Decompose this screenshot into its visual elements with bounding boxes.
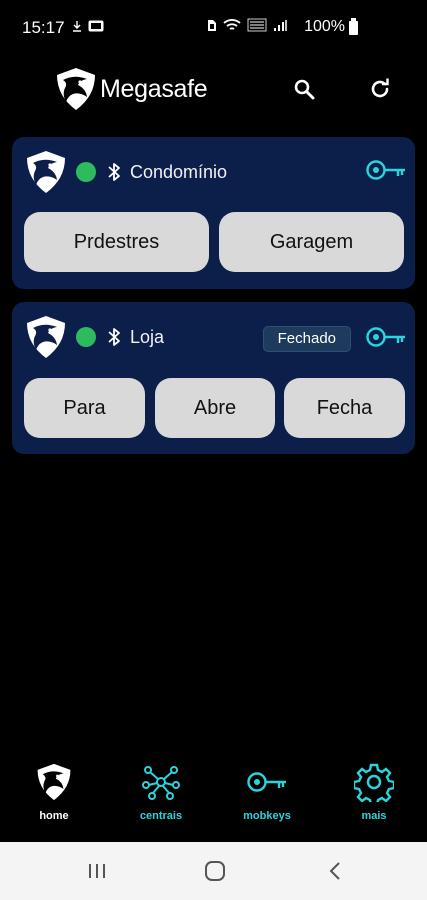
app-logo: Megasafe (54, 66, 208, 112)
gear-icon (354, 763, 394, 802)
notification-icons (72, 20, 104, 32)
status-bar: 15:17 100% (0, 0, 427, 56)
key-icon (366, 160, 405, 180)
nav-centrais[interactable]: centrais (116, 762, 206, 822)
card-header: Condomínio (24, 149, 403, 195)
online-status-dot (76, 162, 96, 182)
app-notification-icon (88, 20, 104, 32)
device-name: Loja (130, 326, 165, 347)
recents-button[interactable] (82, 858, 112, 884)
nav-mobkeys[interactable]: mobkeys (222, 762, 312, 822)
bottom-nav: home centrais mobkeys mais (0, 752, 427, 842)
nav-home[interactable]: home (9, 762, 99, 822)
eagle-icon (27, 316, 65, 358)
battery-icon (349, 18, 358, 35)
back-icon (329, 862, 340, 880)
app-name: Megasafe (100, 74, 208, 103)
search-icon (294, 79, 315, 100)
status-time: 15:17 (22, 18, 65, 37)
back-button[interactable] (320, 858, 350, 884)
system-nav-bar (0, 842, 427, 900)
refresh-icon (371, 78, 389, 98)
key-icon (366, 327, 405, 347)
action-button-para[interactable]: Para (24, 378, 145, 438)
volte-icon (247, 18, 267, 32)
key-button[interactable] (365, 324, 407, 355)
online-status-dot (76, 327, 96, 347)
key-icon (247, 772, 286, 792)
nav-label: centrais (139, 810, 183, 822)
nav-label: home (39, 810, 69, 822)
nav-mais[interactable]: mais (329, 762, 419, 822)
network-icon (142, 766, 180, 800)
bluetooth-icon (106, 326, 122, 348)
sim-icon (208, 19, 216, 31)
search-button[interactable] (289, 74, 319, 104)
status-badge: Fechado (262, 326, 351, 352)
nav-label: mobkeys (243, 810, 291, 822)
home-icon (205, 861, 225, 881)
connectivity-icons (207, 18, 287, 32)
home-button[interactable] (200, 858, 230, 884)
signal-icon (274, 19, 287, 31)
eagle-icon (37, 763, 71, 801)
download-icon (73, 21, 81, 32)
action-button-fecha[interactable]: Fecha (284, 378, 405, 438)
eagle-logo-icon (57, 68, 95, 110)
wifi-icon (223, 19, 241, 30)
recents-icon (89, 864, 105, 878)
device-name: Condomínio (130, 161, 228, 182)
device-card-loja: Loja Fechado Para Abre Fecha (12, 302, 415, 454)
eagle-icon (27, 151, 65, 193)
action-button-prdestres[interactable]: Prdestres (24, 212, 209, 272)
battery-percent: 100% (304, 18, 345, 35)
bluetooth-icon (106, 161, 122, 183)
action-button-garagem[interactable]: Garagem (219, 212, 404, 272)
nav-label: mais (361, 810, 387, 822)
app-header: Megasafe (0, 62, 427, 122)
refresh-button[interactable] (365, 74, 395, 104)
action-button-abre[interactable]: Abre (155, 378, 275, 438)
key-button[interactable] (365, 157, 407, 188)
device-card-condominio: Condomínio Prdestres Garagem (12, 137, 415, 289)
